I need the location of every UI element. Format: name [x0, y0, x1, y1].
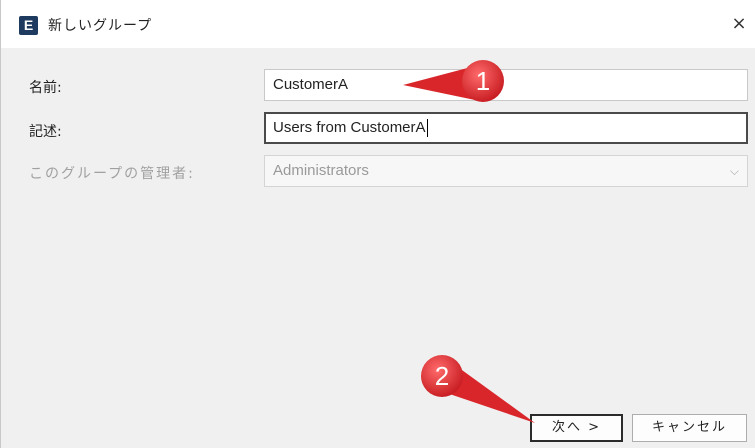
close-icon[interactable]: ×	[729, 14, 749, 34]
title-bar: E 新しいグループ ×	[1, 0, 755, 48]
annotation-2-callout: 2	[421, 355, 535, 423]
name-label: 名前:	[29, 80, 62, 96]
description-label: 記述:	[29, 124, 62, 140]
cancel-button[interactable]: キャンセル	[632, 414, 747, 442]
next-button[interactable]: 次へ >	[530, 414, 623, 442]
manager-select[interactable]: Administrators ⌵	[264, 155, 748, 187]
annotation-1-callout: 1	[403, 60, 504, 102]
description-input[interactable]: Users from CustomerA	[264, 112, 748, 144]
description-input-value: Users from CustomerA	[273, 119, 426, 136]
annotation-2-number: 2	[435, 361, 449, 391]
annotation-1-number: 1	[476, 66, 490, 96]
new-group-dialog: E 新しいグループ × 名前: CustomerA 記述: Users from…	[0, 0, 755, 448]
chevron-down-icon: ⌵	[729, 164, 739, 178]
name-input-value: CustomerA	[273, 76, 349, 93]
manager-select-value: Administrators	[273, 162, 369, 179]
dialog-title: 新しいグループ	[48, 18, 153, 34]
manager-label: このグループの管理者:	[29, 166, 195, 182]
app-logo-icon: E	[19, 16, 38, 35]
text-cursor	[426, 119, 428, 138]
